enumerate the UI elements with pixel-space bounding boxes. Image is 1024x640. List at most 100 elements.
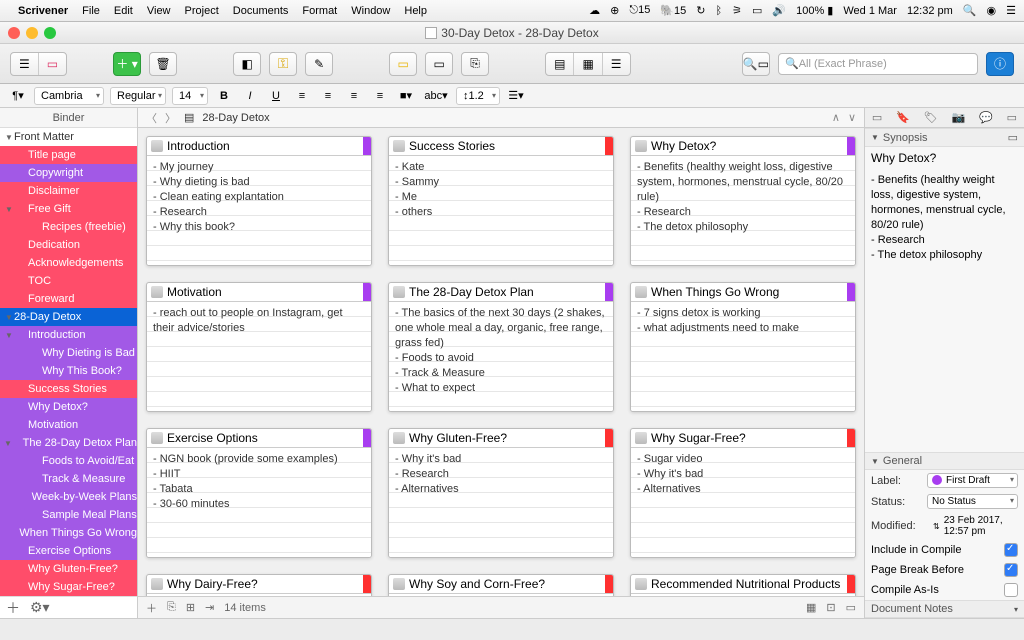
underline-button[interactable]: U — [266, 87, 286, 105]
menu-help[interactable]: Help — [404, 5, 427, 17]
status-select[interactable]: No Status — [927, 494, 1018, 509]
binder-item[interactable]: ▼The 28-Day Detox Plan — [0, 434, 137, 452]
align-left-button[interactable]: ≡ — [292, 87, 312, 105]
index-card[interactable]: Success StoriesKateSammyMeothers — [388, 136, 614, 266]
binder-item[interactable]: Why Gluten-Free? — [0, 560, 137, 578]
list-button[interactable]: ☰▾ — [506, 87, 526, 105]
binder-item[interactable]: Recipes (freebie) — [0, 218, 137, 236]
tab-bookmarks-icon[interactable]: 🔖 — [896, 111, 910, 124]
index-card[interactable]: Why Dairy-Free?Why it can be badResearch… — [146, 574, 372, 596]
binder-item[interactable]: Acknowledgements — [0, 254, 137, 272]
quick-search-button[interactable]: 🔍▭ — [742, 52, 770, 76]
menu-view[interactable]: View — [147, 5, 171, 17]
binder-item[interactable]: ▼Introduction — [0, 326, 137, 344]
binder-item[interactable]: TOC — [0, 272, 137, 290]
card-title[interactable]: Why Soy and Corn-Free? — [409, 577, 545, 591]
card-title[interactable]: The 28-Day Detox Plan — [409, 285, 534, 299]
footer-add-button[interactable]: ＋ — [146, 600, 157, 616]
tab-metadata-icon[interactable]: 🏷 — [924, 111, 938, 124]
card-title[interactable]: Exercise Options — [167, 431, 258, 445]
status-icon[interactable]: ☁ — [589, 4, 600, 17]
bold-button[interactable]: B — [214, 87, 234, 105]
search-field[interactable]: 🔍 All (Exact Phrase) — [778, 53, 978, 75]
volume-icon[interactable]: 🔊 — [772, 4, 786, 17]
card-title[interactable]: When Things Go Wrong — [651, 285, 779, 299]
status-icon[interactable]: 🐘15 — [660, 4, 686, 17]
binder-item[interactable]: When Things Go Wrong — [0, 524, 137, 542]
gear-button[interactable]: ⚙▾ — [30, 599, 50, 616]
index-card[interactable]: The 28-Day Detox PlanThe basics of the n… — [388, 282, 614, 412]
battery-status[interactable]: 100% ▮ — [796, 4, 833, 17]
status-icon[interactable]: ⊕ — [610, 4, 619, 17]
status-icon[interactable]: ↻ — [696, 4, 705, 17]
card-title[interactable]: Introduction — [167, 139, 230, 153]
line-spacing-select[interactable]: ↕ 1.2 — [456, 87, 500, 105]
binder-item[interactable]: Exercise Options — [0, 542, 137, 560]
trash-button[interactable]: 🗑 — [149, 52, 177, 76]
align-center-button[interactable]: ≡ — [318, 87, 338, 105]
footer-view-label[interactable]: ▭ — [846, 601, 856, 614]
inspector-toggle[interactable]: ⓘ — [986, 52, 1014, 76]
binder-layout-toggle[interactable]: ☰▭ — [10, 52, 67, 76]
nav-title[interactable]: 28-Day Detox — [202, 112, 269, 124]
label-select[interactable]: First Draft — [927, 473, 1018, 488]
index-card[interactable]: When Things Go Wrong7 signs detox is wor… — [630, 282, 856, 412]
binder-item[interactable]: Foreward — [0, 290, 137, 308]
synopsis-title[interactable]: Why Detox? — [865, 147, 1024, 169]
synopsis-header[interactable]: ▼Synopsis▭ — [865, 128, 1024, 147]
card-synopsis[interactable]: NGN book (provide some examples)HIITTaba… — [147, 448, 371, 557]
font-family-select[interactable]: Cambria — [34, 87, 104, 105]
compile-asis-checkbox[interactable] — [1004, 583, 1018, 597]
card-synopsis[interactable]: Why it's badResearchAlternatives — [389, 448, 613, 557]
binder-item[interactable]: Dedication — [0, 236, 137, 254]
app-name[interactable]: Scrivener — [18, 5, 68, 17]
doc-notes-header[interactable]: Document Notes▾ — [865, 600, 1024, 618]
tab-more-icon[interactable]: ▭ — [1007, 111, 1017, 124]
index-card[interactable]: Why Sugar-Free?Sugar videoWhy it's badAl… — [630, 428, 856, 558]
index-card[interactable]: Exercise Options NGN book (provide some e… — [146, 428, 372, 558]
card-title[interactable]: Why Sugar-Free? — [651, 431, 746, 445]
compose-button[interactable]: ◧ — [233, 52, 261, 76]
binder-toggle-icon[interactable]: ☰ — [11, 53, 39, 75]
card-synopsis[interactable]: reach out to people on Instagram, get th… — [147, 302, 371, 411]
align-right-button[interactable]: ≡ — [344, 87, 364, 105]
index-card[interactable]: IntroductionMy journeyWhy dieting is bad… — [146, 136, 372, 266]
spotlight-icon[interactable]: 🔍 — [963, 4, 977, 17]
binder-item[interactable]: Why This Book? — [0, 362, 137, 380]
footer-open-button[interactable]: ⇥ — [205, 601, 214, 614]
card-title[interactable]: Why Detox? — [651, 139, 716, 153]
zoom-button[interactable] — [44, 27, 56, 39]
binder-item[interactable]: Sample Meal Plans — [0, 506, 137, 524]
label-button[interactable]: ▭ — [389, 52, 417, 76]
add-button[interactable]: ＋ ▾ — [113, 52, 141, 76]
italic-button[interactable]: I — [240, 87, 260, 105]
menu-edit[interactable]: Edit — [114, 5, 133, 17]
comment-button[interactable]: ▭ — [425, 52, 453, 76]
card-title[interactable]: Motivation — [167, 285, 222, 299]
font-size-select[interactable]: 14 — [172, 87, 208, 105]
time[interactable]: 12:32 pm — [907, 5, 953, 17]
doc-view-button[interactable]: ▤ — [546, 53, 574, 75]
index-card[interactable]: Why Detox?Benefits (healthy weight loss,… — [630, 136, 856, 266]
menu-file[interactable]: File — [82, 5, 100, 17]
edit-button[interactable]: ✎ — [305, 52, 333, 76]
date[interactable]: Wed 1 Mar — [843, 5, 897, 17]
collections-toggle-icon[interactable]: ▭ — [39, 53, 66, 75]
binder-item[interactable]: Why Dieting is Bad — [0, 344, 137, 362]
card-title[interactable]: Success Stories — [409, 139, 495, 153]
binder-list[interactable]: ▼Front MatterTitle pageCopywrightDisclai… — [0, 128, 137, 596]
index-card[interactable]: Why Soy and Corn-Free?Why badResearchAlt… — [388, 574, 614, 596]
font-weight-select[interactable]: Regular — [110, 87, 166, 105]
corkboard[interactable]: IntroductionMy journeyWhy dieting is bad… — [138, 128, 864, 596]
include-compile-checkbox[interactable] — [1004, 543, 1018, 557]
binder-item[interactable]: ▼Front Matter — [0, 128, 137, 146]
index-card[interactable]: Motivation reach out to people on Instagr… — [146, 282, 372, 412]
minimize-button[interactable] — [26, 27, 38, 39]
wifi-icon[interactable]: ⚞ — [732, 4, 742, 17]
general-header[interactable]: ▼General — [865, 452, 1024, 470]
binder-item[interactable]: ▼28-Day Detox — [0, 308, 137, 326]
synopsis-text[interactable]: - Benefits (healthy weight loss, digesti… — [865, 169, 1024, 267]
tab-comments-icon[interactable]: 💬 — [979, 111, 993, 124]
card-title[interactable]: Recommended Nutritional Products — [651, 577, 840, 591]
binder-item[interactable]: Disclaimer — [0, 182, 137, 200]
